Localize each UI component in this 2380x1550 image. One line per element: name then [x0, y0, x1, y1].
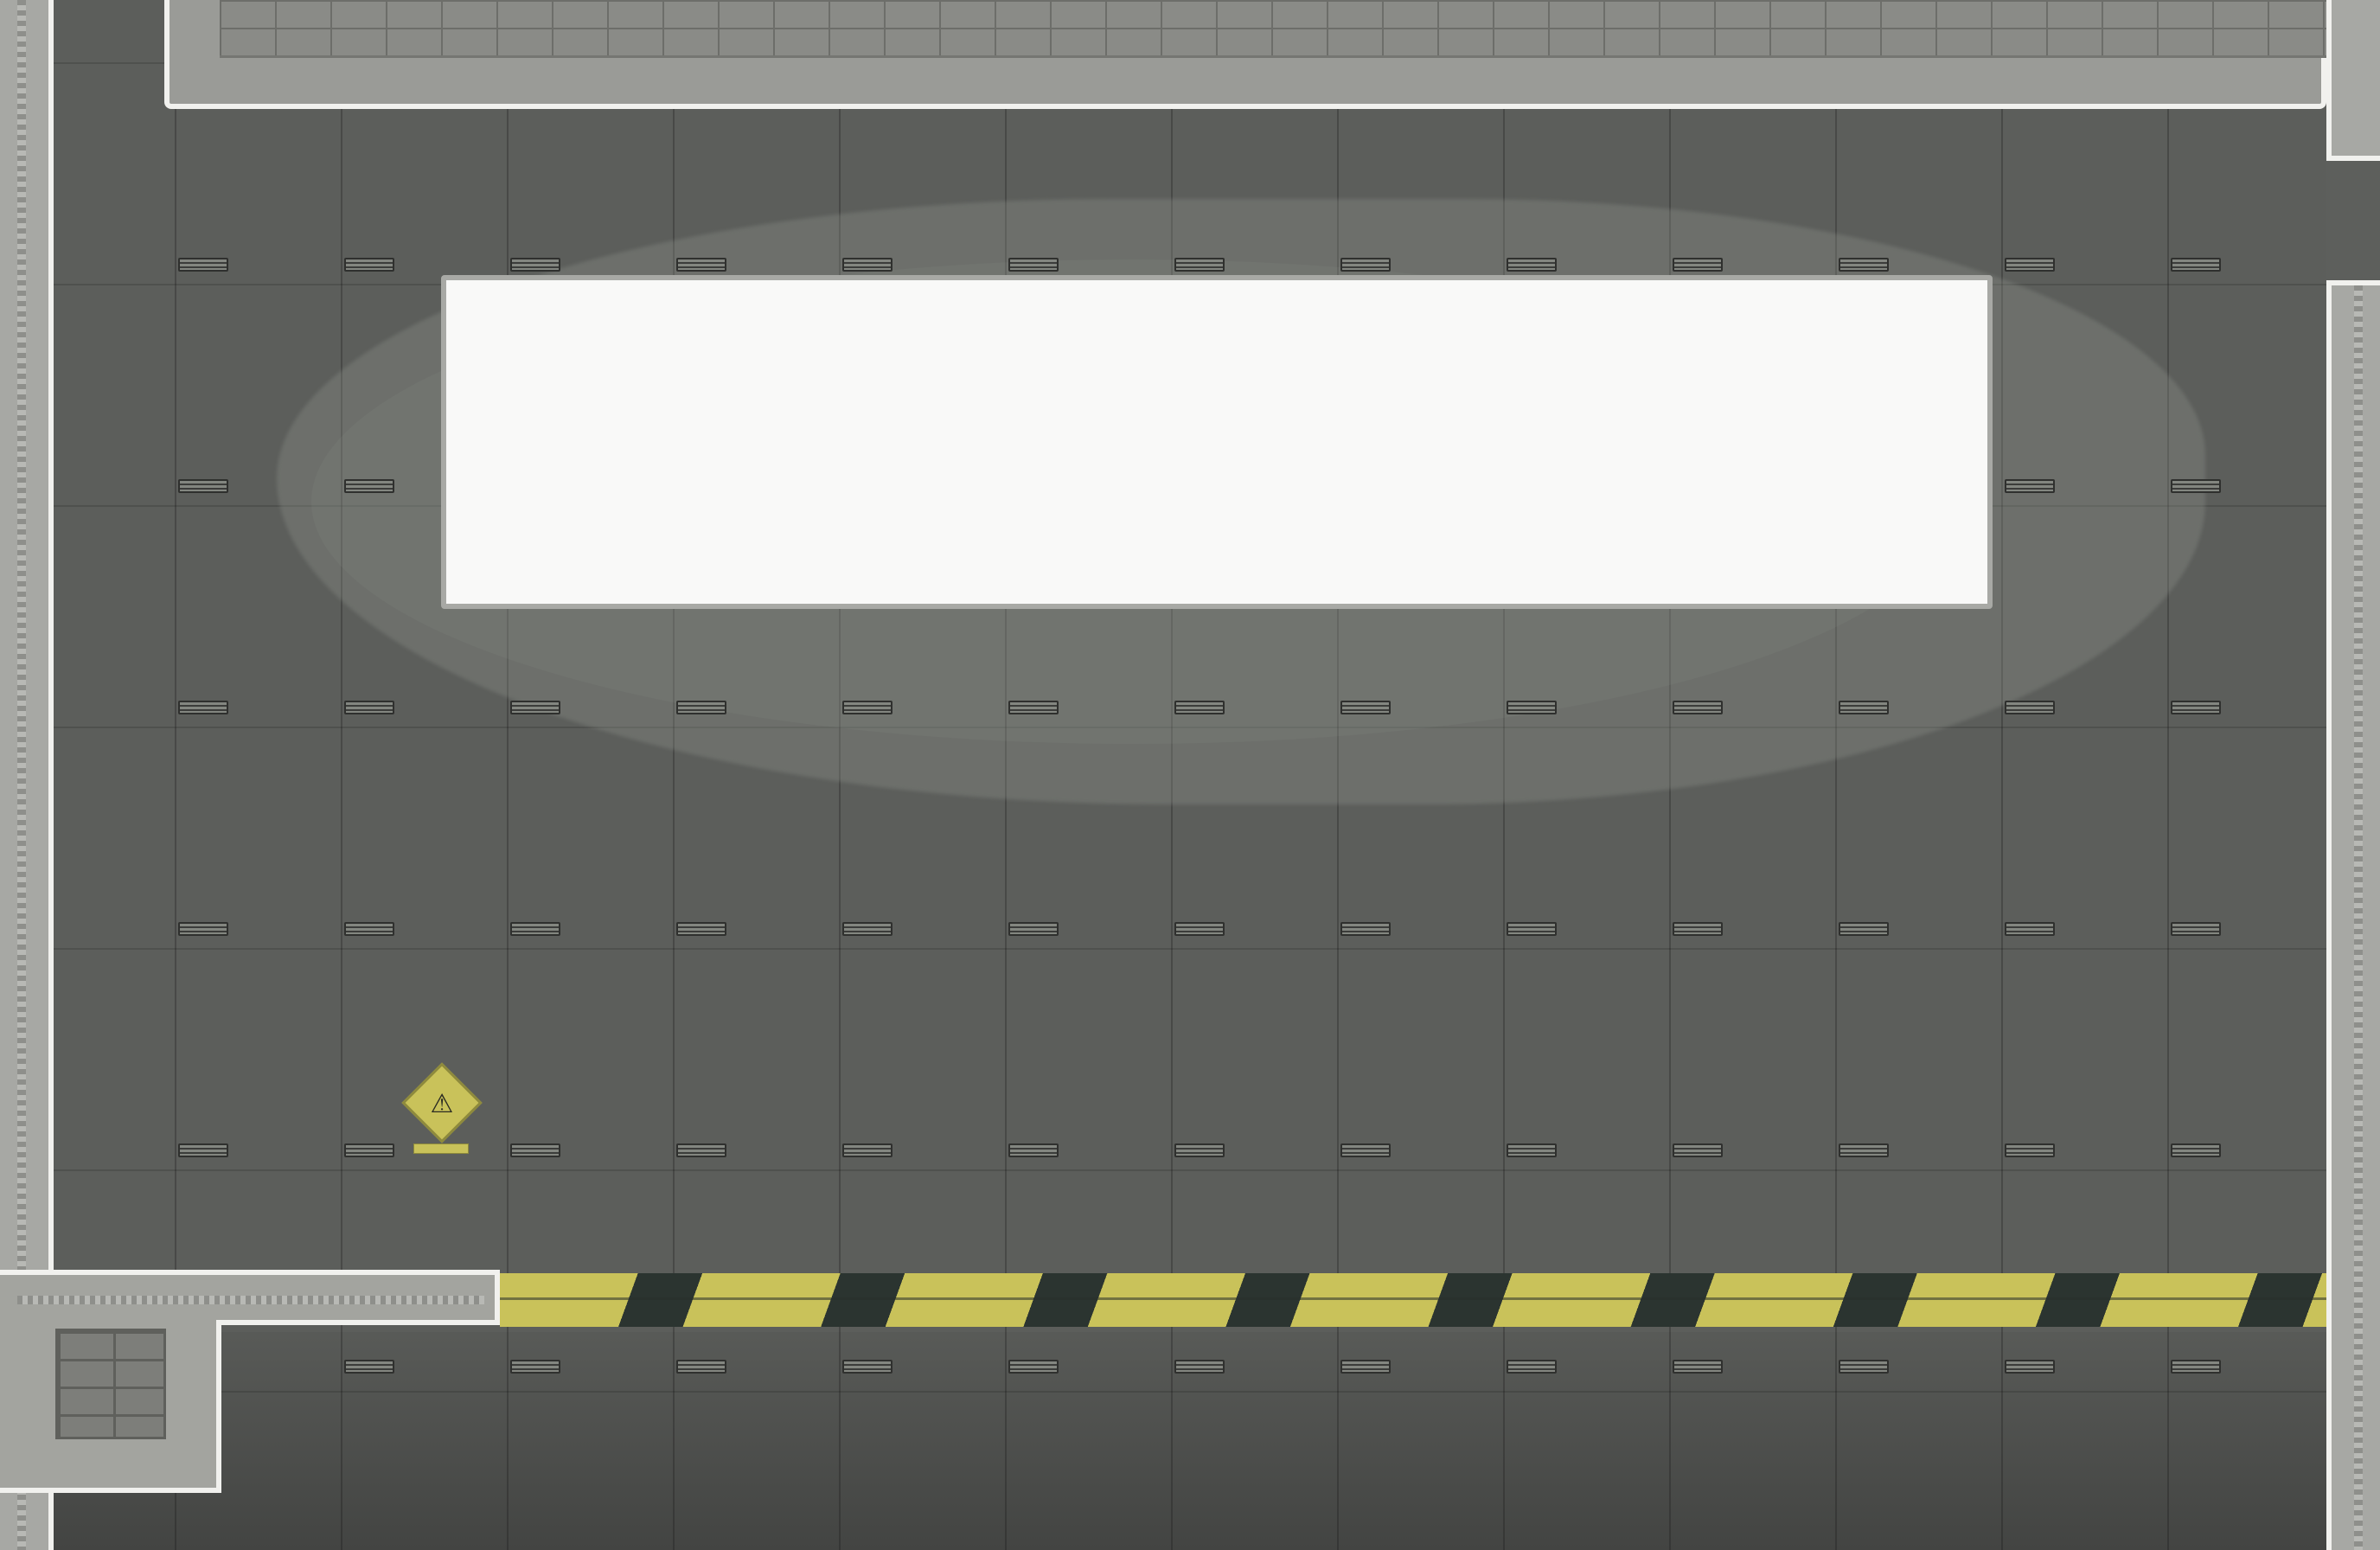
floor-vent [1174, 1360, 1225, 1374]
floor-vent [1008, 258, 1059, 272]
floor-vent [2171, 1360, 2221, 1374]
floor-vent [1507, 922, 1557, 936]
floor-vent [1507, 701, 1557, 714]
floor-vent [344, 258, 394, 272]
floor-vent [344, 1143, 394, 1157]
floor-vent [2005, 1360, 2055, 1374]
floor-vent [1839, 922, 1889, 936]
floor-vent [1839, 701, 1889, 714]
floor-vent [178, 1143, 228, 1157]
floor-vent [842, 701, 892, 714]
floor-vent [676, 922, 726, 936]
floor-vent [842, 922, 892, 936]
floor-vent [1174, 1143, 1225, 1157]
floor-vent [178, 479, 228, 493]
floor-vent [2171, 258, 2221, 272]
floor-vent [1008, 1143, 1059, 1157]
floor-vent [2005, 922, 2055, 936]
floor-vent [842, 258, 892, 272]
floor-vent [1340, 1143, 1391, 1157]
floor-vent [1340, 1360, 1391, 1374]
floor-vent [676, 701, 726, 714]
floor-vent [2171, 701, 2221, 714]
floor-vent [2171, 479, 2221, 493]
floor-vent [1839, 258, 1889, 272]
floor-vent [344, 701, 394, 714]
floor-vent [842, 1360, 892, 1374]
game-scene: ⚠ [0, 0, 2380, 1550]
pillar-grating [55, 1329, 166, 1439]
floor-vent [676, 258, 726, 272]
floor-vent [510, 1143, 560, 1157]
hazard-stripe [500, 1273, 2326, 1327]
floor-vent [1340, 258, 1391, 272]
floor-vent [2005, 258, 2055, 272]
floor-vent [1839, 1143, 1889, 1157]
floor-vent [2005, 1143, 2055, 1157]
floor-vent [178, 701, 228, 714]
floor-vent [2005, 479, 2055, 493]
hazard-glyph-icon: ⚠ [430, 1088, 454, 1119]
floor-vent [344, 1360, 394, 1374]
floor-vent [510, 1360, 560, 1374]
floor-vent [1507, 1360, 1557, 1374]
floor-vent [510, 922, 560, 936]
floor-vent [1839, 1360, 1889, 1374]
floor-vent [344, 479, 394, 493]
floor-vent [2005, 701, 2055, 714]
blank-panel [441, 275, 1993, 609]
floor-vent [1673, 701, 1723, 714]
floor-vent [2171, 922, 2221, 936]
top-grating [220, 0, 2326, 58]
floor-vent [344, 922, 394, 936]
floor-vent [1673, 1360, 1723, 1374]
floor-vent [1673, 922, 1723, 936]
floor-vent [1340, 922, 1391, 936]
floor-vent [842, 1143, 892, 1157]
floor-vent [1174, 701, 1225, 714]
floor-vent [1507, 1143, 1557, 1157]
bottom-wall-ledge [0, 1270, 500, 1325]
floor-vent [676, 1143, 726, 1157]
floor-vent [1673, 258, 1723, 272]
floor-vent [1673, 1143, 1723, 1157]
floor-vent [1008, 1360, 1059, 1374]
floor-vent [676, 1360, 726, 1374]
floor-vent [178, 258, 228, 272]
floor-vent [510, 258, 560, 272]
warning-label-plate [413, 1143, 469, 1154]
floor-vent [1008, 701, 1059, 714]
floor-vent [1340, 701, 1391, 714]
floor-vent [1507, 258, 1557, 272]
floor-vent [1008, 922, 1059, 936]
right-wall-upper [2326, 0, 2380, 161]
floor-vent [178, 922, 228, 936]
right-wall [2326, 280, 2380, 1550]
floor-vent [1174, 922, 1225, 936]
floor-vent [1174, 258, 1225, 272]
floor-vent [2171, 1143, 2221, 1157]
floor-vent [510, 701, 560, 714]
